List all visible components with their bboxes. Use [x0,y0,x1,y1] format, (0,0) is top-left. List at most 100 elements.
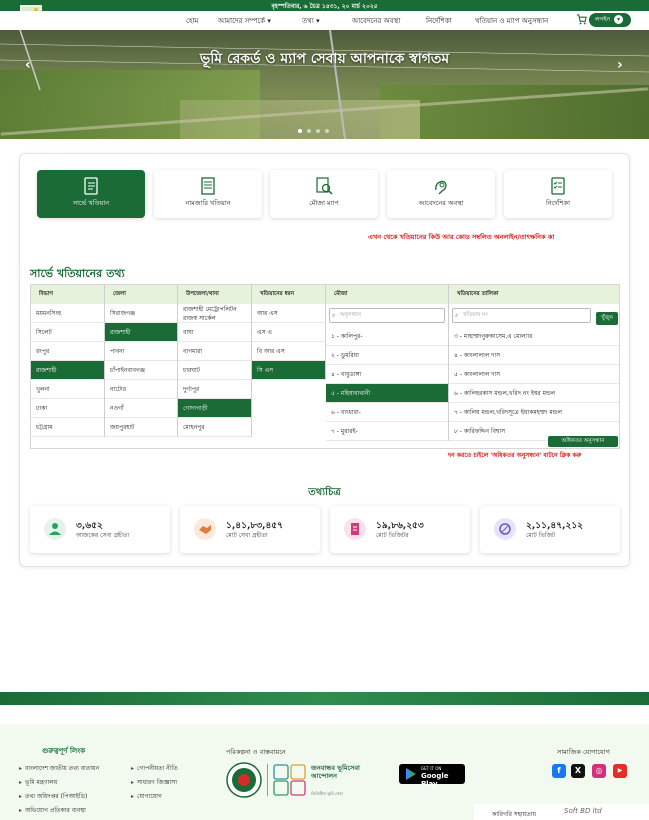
tab-mutation-khatian[interactable]: নামজারি খতিয়ান [154,170,262,218]
login-button[interactable]: লগইন ▾ [589,13,631,27]
cart-icon[interactable] [576,14,587,25]
upazila-item[interactable]: চারঘাট [178,361,251,380]
division-item[interactable]: সিলেট [31,323,104,342]
khatian-list: খতিয়ান নং ৩ - মাহাম্মদনুরুকাসেম,এ মোল্য… [449,304,619,441]
tab-label: নির্দেশিকা [546,199,570,207]
col-header-division: বিভাগ [31,285,105,304]
tab-survey-khatian[interactable]: সার্ভে খতিয়ান [37,170,145,218]
nav-home[interactable]: হোম [186,15,198,27]
stat-label: মোট সেবা গ্রহীতা [226,532,268,539]
division-item[interactable]: রংপুর [31,342,104,361]
division-item[interactable]: ময়মনসিংহ [31,304,104,323]
advanced-search-button[interactable]: অধিকতর অনুসন্ধান [548,436,618,447]
carousel-dot[interactable] [307,129,311,133]
carousel-prev-button[interactable]: ‹ [25,57,31,73]
google-play-button[interactable]: GET IT ON Google Play [399,764,465,788]
khatian-item[interactable]: ৬ - কালিহরকাস মন্ডল,খরিদ নং ইশ্বর মন্ডল [449,384,619,403]
khatian-type-item[interactable]: সি এস [252,361,325,380]
nav-about[interactable]: আমাদের সম্পর্কে ▾ [218,15,271,27]
footer-link[interactable]: গোপনীয়তা নীতি [131,763,178,774]
mouza-item[interactable]: ৭ - মুরারই- [326,422,448,441]
mouza-item[interactable]: ৪ - বাবুডাঙ্গা [326,365,448,384]
upazila-item[interactable]: গোদাগাড়ী [178,399,251,418]
footer-link[interactable]: তথ্য অধিদপ্তর (পিআইডি) [19,791,87,802]
footer-link[interactable]: সাধারণ জিজ্ঞাসা [131,777,177,788]
division-item[interactable]: চট্টগ্রাম [31,418,104,437]
mouza-list: অনুসন্ধান ১ - কালিপুর- ২ - ডুমরিয়া ৪ - … [326,304,449,441]
carousel-dot[interactable] [298,129,302,133]
nav-about-label: আমাদের সম্পর্কে [218,17,266,25]
mouza-item[interactable]: ১ - কালিপুর- [326,327,448,346]
instagram-icon[interactable]: ◎ [592,764,606,778]
upazila-item[interactable]: বাগমারা [178,342,251,361]
footer-link[interactable]: ভূমি মন্ত্রণালয় [19,777,57,788]
user-icon [44,518,66,540]
upazila-list: রাজশাহী মেট্রোপলিটন রাজস্ব সার্কেল বাঘা … [178,304,252,437]
khatian-search-button[interactable]: খুঁজুন [596,312,618,325]
mouza-item[interactable]: ৬ - বাংধারা- [326,403,448,422]
khatian-type-list: আর এস এস এ বি আর এস সি এস [252,304,326,380]
upazila-item[interactable]: রাজশাহী মেট্রোপলিটন রাজস্ব সার্কেল [178,304,251,323]
facebook-icon[interactable]: f [552,764,566,778]
carousel-dots [298,118,334,137]
chevron-down-icon: ▾ [267,17,271,25]
khatian-item[interactable]: ৪ - কাংলালাল দাস [449,346,619,365]
tab-label: নামজারি খতিয়ান [185,199,231,207]
footer-link[interactable]: অভিযোগ প্রতিকার ব্যবস্থা [19,805,86,816]
social-title: সামাজিক যোগাযোগ [557,748,610,756]
tab-label: মৌজা ম্যাপ [309,199,339,207]
division-item[interactable]: রাজশাহী [31,361,104,380]
hero-banner: ভূমি রেকর্ড ও ম্যাপ সেবায় আপনাকে স্বাগত… [0,30,649,139]
khatian-number-input[interactable]: খতিয়ান নং [452,308,591,323]
division-item[interactable]: খুলনা [31,380,104,399]
carousel-next-button[interactable]: › [617,57,623,73]
col-header-district: জেলা [105,285,178,304]
division-item[interactable]: ঢাকা [31,399,104,418]
tech-partner-label: কারিগরি সহায়তায় [492,811,536,818]
district-item[interactable]: সিরাজগঞ্জ [105,304,177,323]
tab-mouza-map[interactable]: মৌজা ম্যাপ [270,170,378,218]
mouza-item[interactable]: ২ - ডুমরিয়া [326,346,448,365]
nav-application-status[interactable]: আবেদনের অবস্থা [352,15,400,27]
x-twitter-icon[interactable]: X [571,764,585,778]
district-item[interactable]: চাঁপাইনবাবগঞ্জ [105,361,177,380]
khatian-item[interactable]: ৭ - কালিয় মন্ডল,খরিদসূত্রে ইয়াকমহম্মদ … [449,403,619,422]
footer-band [0,692,649,705]
khatian-type-item[interactable]: আর এস [252,304,325,323]
gplay-small-text: GET IT ON [421,766,442,771]
footer-link[interactable]: বাংলাদেশ জাতীয় তথ্য বাতায়ন [19,763,99,774]
tab-label: আবেদনের অবস্থা [418,199,464,207]
nav-info[interactable]: তথ্য ▾ [302,15,320,27]
hand-status-icon [435,180,447,195]
mouza-search-input[interactable]: অনুসন্ধান [329,308,445,323]
map-search-icon [316,177,333,195]
carousel-dot[interactable] [325,129,329,133]
carousel-dot[interactable] [316,129,320,133]
footer-link[interactable]: যোগাযোগ [131,791,162,802]
khatian-type-item[interactable]: এস এ [252,323,325,342]
mouza-item[interactable]: ৫ - মহিষাবাথানী [326,384,448,403]
advanced-search-note: দন করতে চাইলে 'অধিকতর অনুসন্ধান' বাটনে ক… [448,452,582,459]
district-item[interactable]: পাবনা [105,342,177,361]
col-header-upazila: উপজেলা/থানা [178,285,252,304]
district-item[interactable]: নওগাঁ [105,399,177,418]
khatian-item[interactable]: ৫ - কাংলালাল দাস [449,365,619,384]
tab-application-status[interactable]: আবেদনের অবস্থা [387,170,495,218]
tab-guide[interactable]: নির্দেশিকা [504,170,612,218]
district-item[interactable]: রাজশাহী [105,323,177,342]
district-item[interactable]: জয়পুরহাট [105,418,177,437]
important-links-title: গুরুত্বপূর্ণ লিংক [42,747,86,755]
upazila-item[interactable]: মোহনপুর [178,418,251,437]
district-item[interactable]: নাটোর [105,380,177,399]
plan-title: পরিকল্পনা ও বাস্তবায়নে [226,748,286,756]
nav-guide[interactable]: নির্দেশিকা [426,15,452,27]
khatian-item[interactable]: ৩ - মাহাম্মদনুরুকাসেম,এ মোল্যার [449,327,619,346]
stat-label: মোট ভিজিট [526,532,556,539]
youtube-icon[interactable]: ▶ [613,764,627,778]
infographic-title: তথ্যচিত্র [308,487,341,498]
upazila-item[interactable]: দুর্গাপুর [178,380,251,399]
nav-khatian-map-search[interactable]: খতিয়ান ও ম্যাপ অনুসন্ধান [475,15,548,27]
khatian-type-item[interactable]: বি আর এস [252,342,325,361]
upazila-item[interactable]: বাঘা [178,323,251,342]
softbd-logo[interactable]: Soft BD ltd [564,807,602,815]
